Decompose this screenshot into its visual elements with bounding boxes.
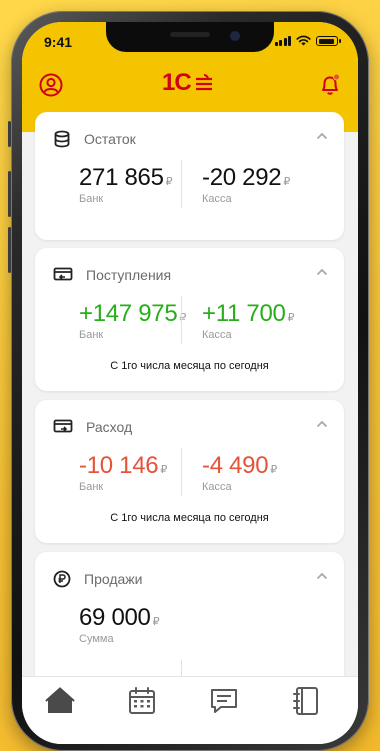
period-note: С 1го числа месяца по сегодня bbox=[110, 360, 269, 372]
chevron-up-icon[interactable] bbox=[316, 572, 328, 580]
card-header: Поступления bbox=[53, 266, 171, 284]
cash-label: Касса bbox=[202, 481, 232, 493]
cash-income: +11 700 ₽ Касса bbox=[202, 300, 295, 341]
bank-income-value: +147 975 bbox=[79, 300, 178, 327]
front-camera bbox=[230, 31, 240, 41]
card-title: Продажи bbox=[84, 571, 143, 587]
bank-balance: 271 865 ₽ Банк bbox=[79, 164, 173, 205]
brand-logo: 1С bbox=[162, 69, 215, 97]
bank-expense-value: -10 146 bbox=[79, 452, 159, 479]
currency-symbol: ₽ bbox=[270, 464, 278, 476]
side-button-left-3 bbox=[8, 227, 11, 273]
sales-total-value: 69 000 bbox=[79, 604, 151, 631]
status-time: 9:41 bbox=[44, 34, 73, 50]
card-expense[interactable]: Расход -10 146 ₽ Банк -4 490 ₽ Касса С 1… bbox=[35, 400, 344, 543]
cash-balance: -20 292 ₽ Касса bbox=[202, 164, 290, 205]
coins-icon bbox=[54, 130, 70, 148]
sales-total: 69 000 ₽ Сумма bbox=[79, 604, 160, 645]
device-notch bbox=[106, 22, 274, 52]
currency-symbol: ₽ bbox=[165, 176, 173, 188]
cash-label: Касса bbox=[202, 193, 232, 205]
profile-icon[interactable] bbox=[38, 72, 64, 98]
currency-symbol: ₽ bbox=[283, 176, 291, 188]
income-icon bbox=[53, 267, 73, 281]
tab-bar bbox=[22, 676, 358, 744]
expense-icon bbox=[53, 419, 73, 433]
bank-label: Банк bbox=[79, 193, 104, 205]
ruble-icon bbox=[53, 570, 71, 588]
card-title: Расход bbox=[86, 419, 133, 435]
battery-icon bbox=[316, 36, 341, 46]
currency-symbol: ₽ bbox=[160, 464, 168, 476]
calendar-icon[interactable] bbox=[126, 685, 158, 717]
cash-income-value: +11 700 bbox=[202, 300, 286, 327]
divider bbox=[181, 296, 182, 344]
bank-income: +147 975 ₽ Банк bbox=[79, 300, 186, 341]
divider bbox=[181, 160, 182, 208]
cash-label: Касса bbox=[202, 329, 232, 341]
chat-icon[interactable] bbox=[208, 685, 240, 717]
brand-logo-text: 1С bbox=[162, 69, 192, 96]
bank-label: Банк bbox=[79, 481, 104, 493]
chevron-up-icon[interactable] bbox=[316, 268, 328, 276]
chevron-up-icon[interactable] bbox=[316, 132, 328, 140]
card-balance[interactable]: Остаток 271 865 ₽ Банк -20 292 ₽ Касса bbox=[35, 112, 344, 240]
card-title: Остаток bbox=[84, 131, 136, 147]
notebook-icon[interactable] bbox=[290, 685, 322, 717]
bank-expense: -10 146 ₽ Банк bbox=[79, 452, 167, 493]
cash-balance-value: -20 292 bbox=[202, 164, 282, 191]
bank-balance-value: 271 865 bbox=[79, 164, 164, 191]
cash-expense-value: -4 490 bbox=[202, 452, 269, 479]
bell-icon[interactable] bbox=[317, 72, 343, 98]
side-button-left-2 bbox=[8, 171, 11, 217]
speaker-grille bbox=[170, 32, 210, 37]
wifi-icon bbox=[296, 35, 311, 46]
sum-label: Сумма bbox=[79, 633, 114, 645]
status-icons bbox=[274, 35, 341, 46]
logo-mark bbox=[195, 74, 212, 91]
card-header: Остаток bbox=[53, 130, 136, 148]
bank-label: Банк bbox=[79, 329, 104, 341]
card-income[interactable]: Поступления +147 975 ₽ Банк +11 700 ₽ Ка… bbox=[35, 248, 344, 391]
card-header: Продажи bbox=[53, 570, 142, 588]
signal-icon bbox=[274, 36, 291, 46]
app-screen: 9:41 1С Остаток 271 865 ₽ Банк -20 292 ₽… bbox=[22, 22, 358, 744]
chevron-up-icon[interactable] bbox=[316, 420, 328, 428]
period-note: С 1го числа месяца по сегодня bbox=[110, 512, 269, 524]
currency-symbol: ₽ bbox=[287, 312, 295, 324]
divider bbox=[181, 660, 182, 676]
side-button-left-1 bbox=[8, 121, 11, 147]
card-sales[interactable]: Продажи 69 000 ₽ Сумма bbox=[35, 552, 344, 676]
cash-expense: -4 490 ₽ Касса bbox=[202, 452, 277, 493]
home-icon[interactable] bbox=[44, 685, 76, 717]
divider bbox=[181, 448, 182, 496]
currency-symbol: ₽ bbox=[152, 616, 160, 628]
dashboard-content[interactable]: Остаток 271 865 ₽ Банк -20 292 ₽ Касса П… bbox=[22, 110, 358, 676]
card-header: Расход bbox=[53, 418, 132, 436]
card-title: Поступления bbox=[86, 267, 172, 283]
